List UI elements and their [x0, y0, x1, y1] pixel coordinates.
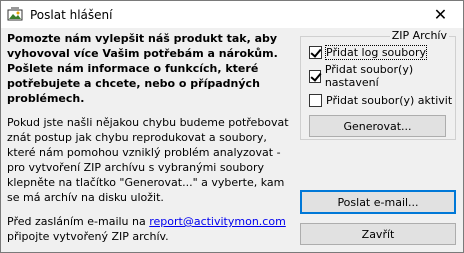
instructions-text: Pokud jste našli nějakou chybu budeme po… — [7, 116, 289, 204]
send-email-button[interactable]: Poslat e-mail... — [300, 190, 456, 214]
email-link[interactable]: report@activitymon.com — [149, 215, 286, 228]
dialog-window: Poslat hlášení ✕ Pomozte nám vylepšit ná… — [0, 0, 464, 253]
zip-archive-group-title: ZIP Archív — [389, 29, 449, 43]
close-button[interactable]: Zavřít — [300, 223, 456, 245]
close-icon: ✕ — [433, 5, 448, 24]
add-settings-files-checkbox-box[interactable] — [309, 69, 321, 83]
add-activity-files-label: Přidat soubor(y) aktivit — [326, 93, 453, 107]
app-icon — [7, 7, 23, 23]
add-activity-files-checkbox-box[interactable] — [309, 93, 322, 107]
zip-archive-group: ZIP Archív Přidat log soubory Přidat sou… — [300, 29, 456, 140]
window-title: Poslat hlášení — [30, 7, 113, 22]
info-text-area: Pomozte nám vylepšit náš produkt tak, ab… — [7, 31, 291, 244]
add-settings-files-checkbox[interactable]: Přidat soubor(y) nastavení — [309, 63, 455, 89]
email-instructions: Před zasláním e-mailu na report@activity… — [7, 214, 291, 244]
close-window-button[interactable]: ✕ — [418, 1, 463, 28]
add-log-files-checkbox[interactable]: Přidat log soubory — [309, 44, 427, 60]
add-log-files-label: Přidat log soubory — [325, 44, 427, 60]
generate-button[interactable]: Generovat... — [309, 115, 446, 137]
title-bar: Poslat hlášení ✕ — [1, 1, 463, 28]
add-settings-files-label: Přidat soubor(y) nastavení — [324, 63, 414, 89]
email-text-before: Před zasláním e-mailu na — [7, 215, 150, 228]
add-log-files-checkbox-box[interactable] — [309, 45, 322, 59]
email-text-after: připojte vytvořený ZIP archív. — [7, 230, 169, 243]
intro-text: Pomozte nám vylepšit náš produkt tak, ab… — [7, 32, 278, 105]
add-activity-files-checkbox[interactable]: Přidat soubor(y) aktivit — [309, 92, 452, 108]
